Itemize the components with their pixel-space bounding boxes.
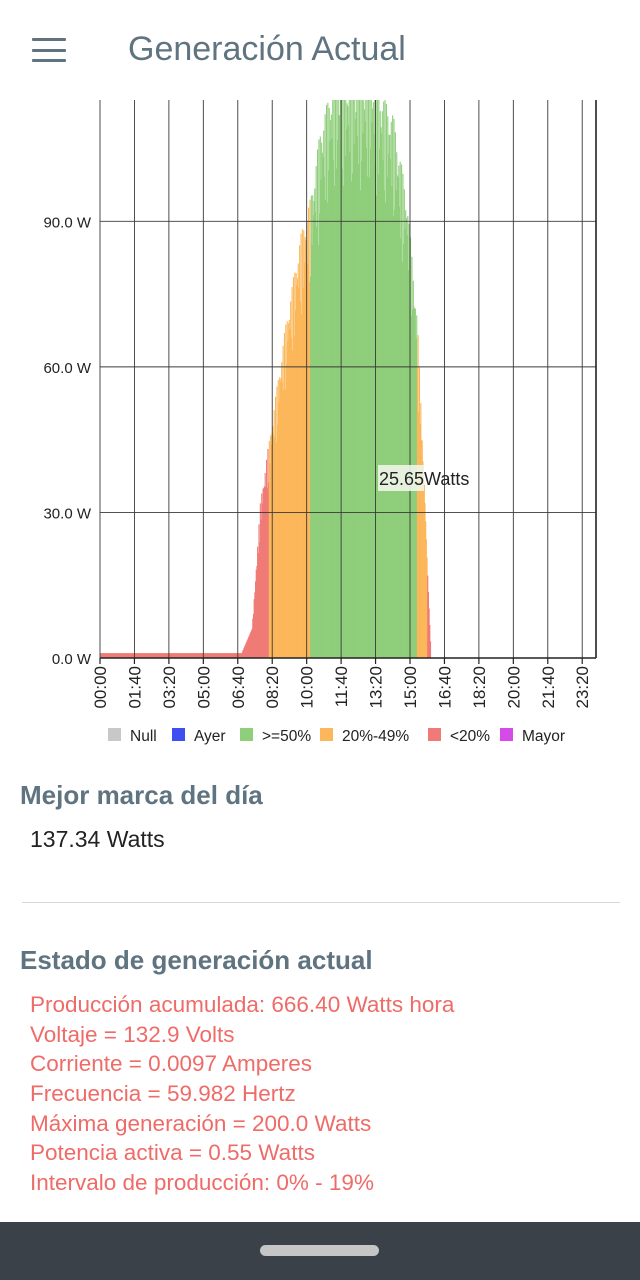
- chart-legend: Null Ayer >=50% 20%-49% <20% Mayor: [108, 728, 565, 745]
- chart-x-tick-label: 03:20: [160, 666, 179, 709]
- legend-label: Mayor: [522, 728, 565, 745]
- status-line-interval: Intervalo de producción: 0% - 19%: [30, 1170, 374, 1196]
- chart-x-tick-label: 01:40: [125, 666, 144, 709]
- status-line-max-generation: Máxima generación = 200.0 Watts: [30, 1110, 372, 1136]
- status-line-active-power: Potencia activa = 0.55 Watts: [30, 1140, 315, 1166]
- chart-y-tick-label: 30.0 W: [43, 505, 91, 522]
- chart-x-tick-label: 16:40: [435, 666, 454, 709]
- chart-bars: [100, 100, 432, 659]
- chart-y-axis-labels: 0.0 W 30.0 W 60.0 W 90.0 W: [43, 214, 91, 668]
- chart-y-tick-label: 0.0 W: [52, 651, 92, 668]
- legend-swatch: [320, 728, 333, 741]
- chart-highlight: 25.65Watts: [378, 465, 469, 491]
- generation-chart-svg[interactable]: 0.0 W30.0 W60.0 W90.0 W 00:00 01:40 03:20 0…: [0, 96, 640, 756]
- legend-swatch: [108, 728, 121, 741]
- page-title: Generación Actual: [128, 30, 406, 68]
- chart-x-tick-label: 11:40: [332, 666, 351, 707]
- legend-swatch: [428, 728, 441, 741]
- legend-swatch: [500, 728, 513, 741]
- legend-label: <20%: [450, 728, 490, 745]
- app-bar: Generación Actual: [0, 0, 640, 100]
- chart-x-tick-label: 23:20: [573, 666, 592, 709]
- chart-x-tick-label: 10:00: [298, 666, 317, 709]
- legend-label: Null: [130, 728, 157, 745]
- chart-x-tick-label: 08:20: [263, 666, 282, 709]
- chart-x-tick-label: 00:00: [91, 666, 110, 709]
- legend-label: Ayer: [194, 728, 226, 745]
- generation-chart[interactable]: 0.0 W 30.0 W 60.0 W 90.0 W 00:00 01:40 03:20 0…: [0, 96, 640, 756]
- chart-y-tick-label: 90.0 W: [43, 214, 91, 231]
- legend-swatch: [172, 728, 185, 741]
- chart-x-tick-label: 18:20: [470, 666, 489, 709]
- legend-label: >=50%: [262, 728, 311, 745]
- chart-x-tick-label: 05:00: [194, 666, 213, 709]
- status-line-accumulated: Producción acumulada: 666.40 Watts hora: [30, 992, 455, 1017]
- chart-y-tick-label: 60.0 W: [43, 360, 91, 377]
- status-line-voltage: Voltaje = 132.9 Volts: [30, 1021, 235, 1047]
- chart-x-tick-label: 06:40: [229, 666, 248, 709]
- chart-x-tick-label: 21:40: [539, 666, 558, 709]
- divider: [22, 902, 620, 903]
- chart-x-axis-labels: 00:00 01:40 03:20 05:00 06:40 08:20 10:00 11:40…: [91, 666, 592, 709]
- chart-x-tick-label: 13:20: [367, 666, 386, 709]
- best-mark-title: Mejor marca del día: [20, 780, 263, 810]
- status-line-current: Corriente = 0.0097 Amperes: [30, 1051, 313, 1077]
- status-line-frequency: Frecuencia = 59.982 Hertz: [30, 1081, 296, 1107]
- best-mark-value: 137.34 Watts: [30, 826, 165, 852]
- legend-label: 20%-49%: [342, 728, 409, 745]
- gesture-handle[interactable]: [260, 1245, 379, 1256]
- chart-x-tick-label: 15:00: [401, 666, 420, 709]
- chart-highlight-label: 25.65Watts: [379, 469, 469, 489]
- hamburger-menu-icon[interactable]: [32, 38, 66, 62]
- chart-x-tick-label: 20:00: [504, 666, 523, 709]
- status-title: Estado de generación actual: [20, 945, 373, 975]
- legend-swatch: [240, 728, 253, 741]
- chart-bar: [429, 641, 432, 658]
- status-list: Producción acumulada: 666.40 Watts hora …: [30, 990, 454, 1198]
